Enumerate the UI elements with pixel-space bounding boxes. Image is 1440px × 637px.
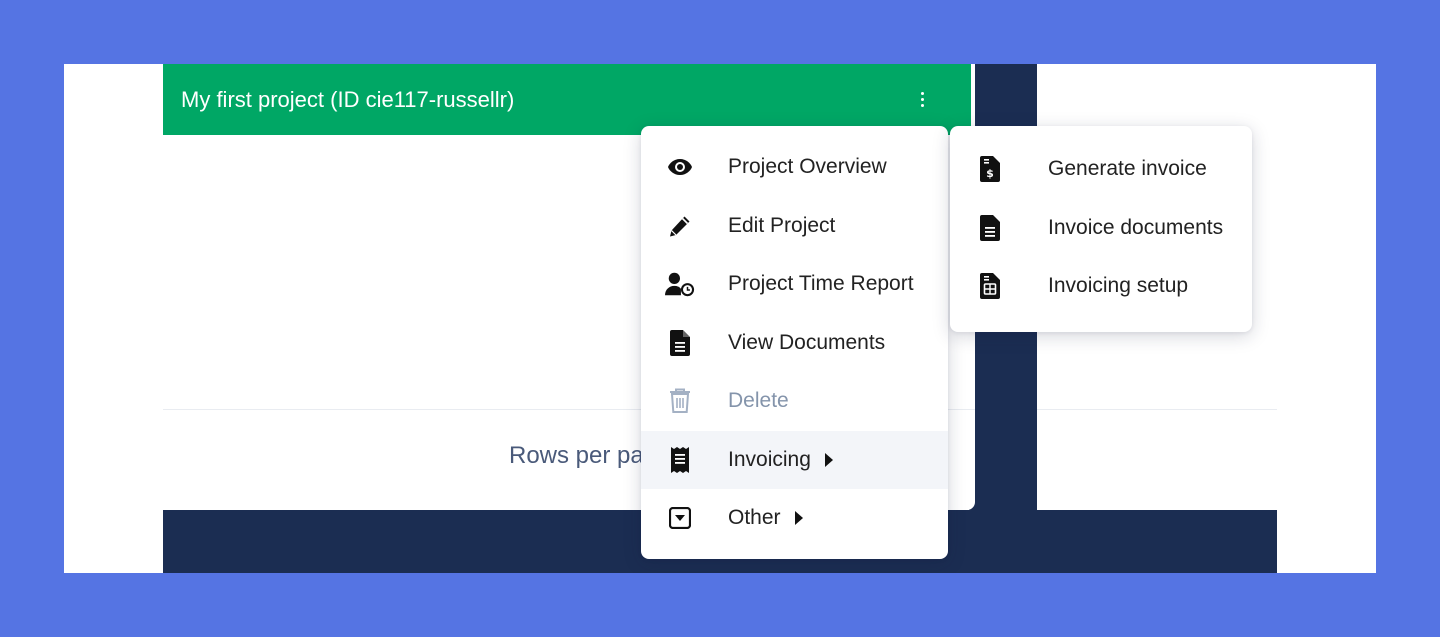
file-lines-icon <box>978 213 1002 243</box>
file-setup-icon <box>978 271 1002 301</box>
file-invoice-dollar-icon: $ <box>978 154 1002 184</box>
menu-item-label: Project Time Report <box>728 272 914 296</box>
side-card-divider <box>1037 409 1277 410</box>
menu-item-edit-project[interactable]: Edit Project <box>641 197 948 256</box>
project-card-header: My first project (ID cie117-russellr) <box>163 64 971 135</box>
submenu-item-label: Invoice documents <box>1048 215 1224 239</box>
rows-per-page-label: Rows per pa <box>509 442 644 469</box>
pencil-icon <box>665 211 695 241</box>
file-lines-icon <box>665 328 695 358</box>
menu-item-project-overview[interactable]: Project Overview <box>641 138 948 197</box>
menu-item-invoicing[interactable]: Invoicing <box>641 430 948 489</box>
project-title: My first project (ID cie117-russellr) <box>181 86 515 112</box>
caret-right-icon <box>824 452 833 467</box>
invoicing-submenu: $ Generate invoice Invoice documents Inv… <box>950 126 1252 332</box>
menu-item-label: Project Overview <box>728 155 887 179</box>
eye-icon <box>665 152 695 182</box>
svg-text:$: $ <box>986 167 994 180</box>
menu-item-label: Delete <box>728 389 789 413</box>
trash-icon <box>665 386 695 416</box>
project-context-menu: Project Overview Edit Project Project Ti… <box>641 126 948 559</box>
menu-item-view-documents[interactable]: View Documents <box>641 314 948 373</box>
menu-item-label: Invoicing <box>728 447 811 471</box>
submenu-item-generate-invoice[interactable]: $ Generate invoice <box>950 140 1252 199</box>
menu-item-label: Edit Project <box>728 213 836 237</box>
menu-item-delete[interactable]: Delete <box>641 372 948 431</box>
submenu-item-invoice-documents[interactable]: Invoice documents <box>950 199 1252 258</box>
caret-right-icon <box>794 511 803 526</box>
menu-item-label: Other <box>728 506 781 530</box>
more-options-icon[interactable] <box>912 88 932 110</box>
receipt-icon <box>665 445 695 475</box>
submenu-item-label: Generate invoice <box>1048 157 1207 181</box>
menu-item-project-time-report[interactable]: Project Time Report <box>641 255 948 314</box>
user-clock-icon <box>665 269 695 299</box>
app-frame: My first project (ID cie117-russellr) Ro… <box>64 64 1376 573</box>
submenu-item-label: Invoicing setup <box>1048 274 1189 298</box>
submenu-item-invoicing-setup[interactable]: Invoicing setup <box>950 257 1252 316</box>
menu-item-other[interactable]: Other <box>641 489 948 548</box>
menu-item-label: View Documents <box>728 330 886 354</box>
square-caret-down-icon <box>665 503 695 533</box>
